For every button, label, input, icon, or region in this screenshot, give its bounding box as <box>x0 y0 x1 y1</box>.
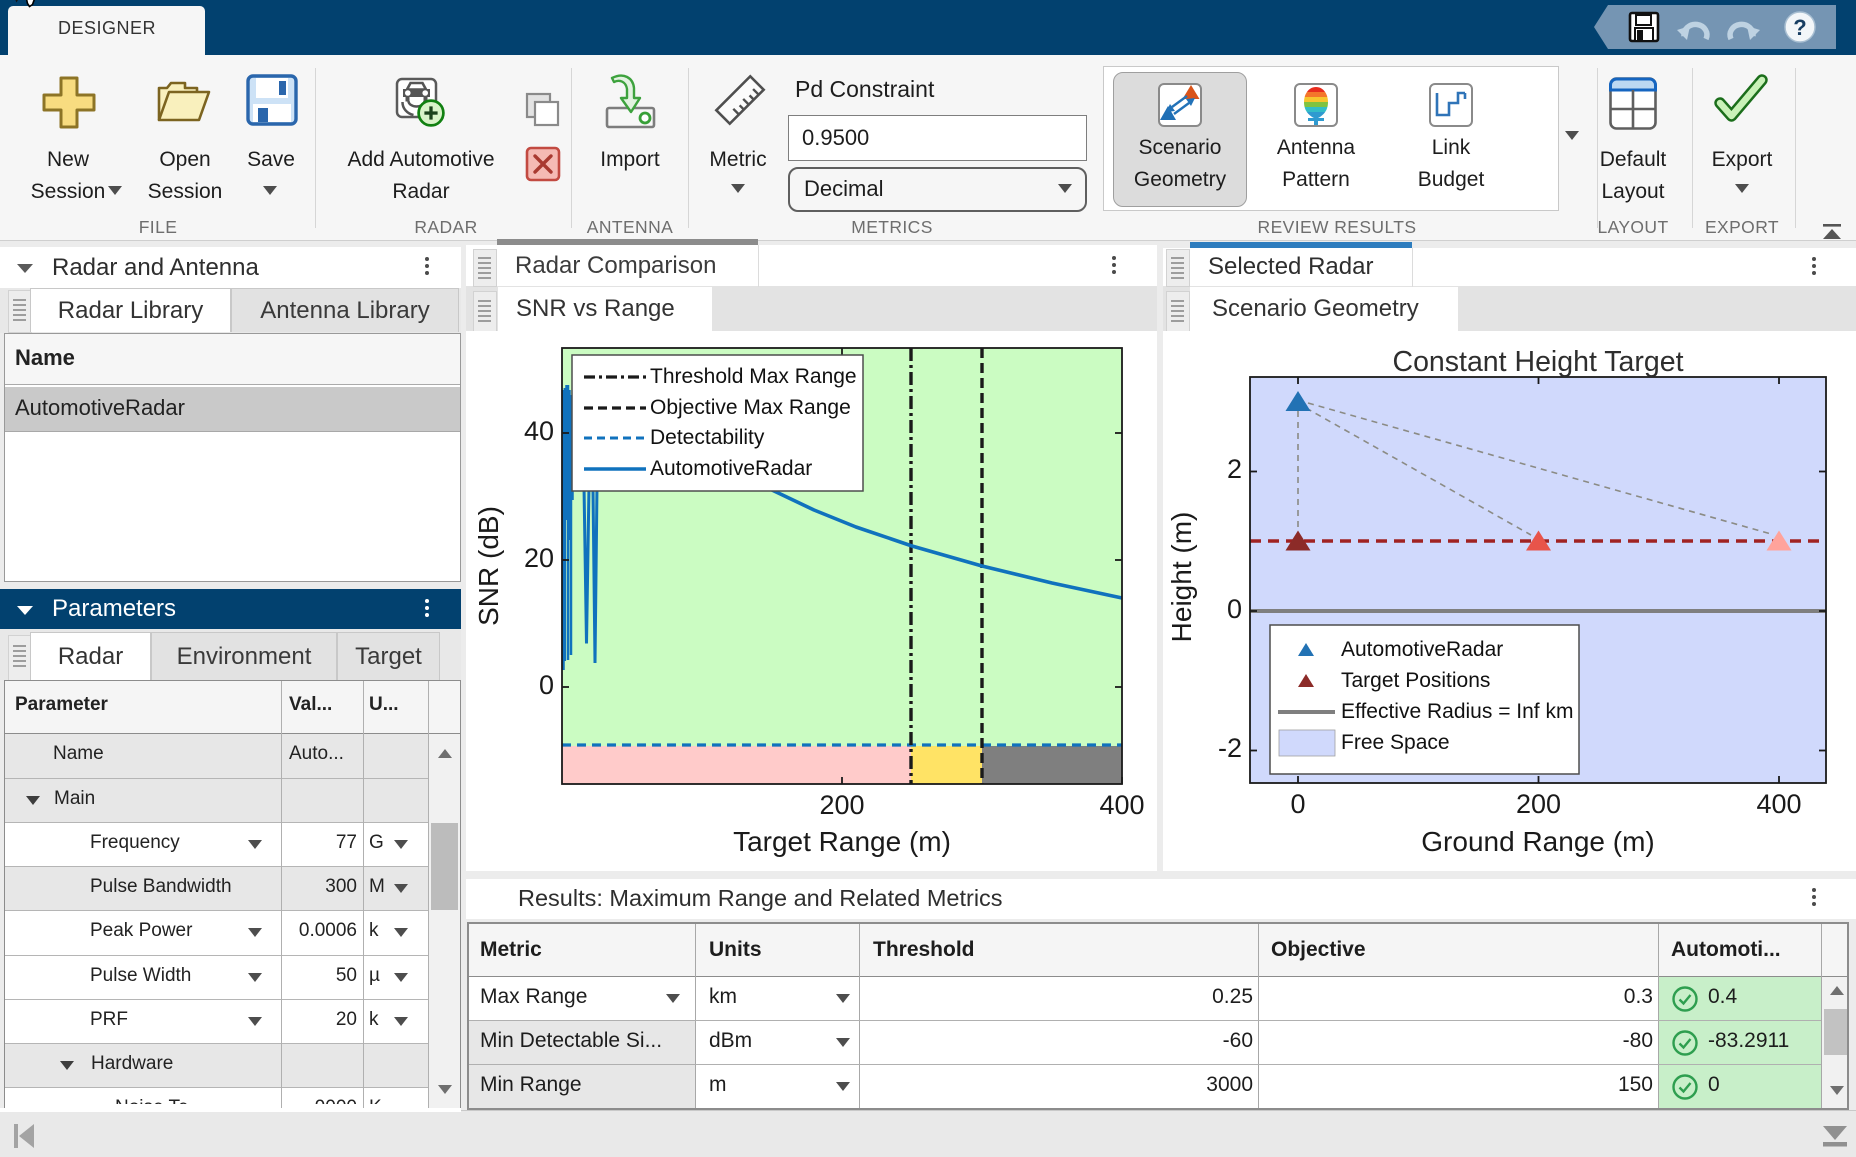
svg-text:Objective Max Range: Objective Max Range <box>650 396 851 419</box>
svg-text:40: 40 <box>524 416 554 446</box>
svg-text:Threshold Max Range: Threshold Max Range <box>650 365 857 388</box>
svg-text:Detectability: Detectability <box>650 426 765 449</box>
svg-text:AutomotiveRadar: AutomotiveRadar <box>650 457 812 480</box>
svg-text:20: 20 <box>524 543 554 573</box>
svg-text:200: 200 <box>819 790 864 820</box>
svg-text:Target Range (m): Target Range (m) <box>733 826 951 857</box>
svg-text:-2: -2 <box>1218 733 1242 763</box>
svg-text:?: ? <box>1793 15 1806 40</box>
svg-text:Constant Height Target: Constant Height Target <box>1393 346 1684 378</box>
svg-text:0: 0 <box>1290 789 1305 819</box>
svg-text:Height (m): Height (m) <box>1166 512 1197 643</box>
svg-text:Target Positions: Target Positions <box>1341 669 1490 692</box>
svg-text:SNR (dB): SNR (dB) <box>473 506 504 626</box>
svg-text:0: 0 <box>1227 594 1242 624</box>
svg-text:Effective Radius = Inf km: Effective Radius = Inf km <box>1341 700 1573 723</box>
svg-text:2: 2 <box>1227 454 1242 484</box>
svg-text:400: 400 <box>1756 789 1801 819</box>
svg-text:200: 200 <box>1516 789 1561 819</box>
svg-text:0: 0 <box>539 670 554 700</box>
svg-text:400: 400 <box>1099 790 1144 820</box>
svg-text:Ground Range (m): Ground Range (m) <box>1421 826 1654 857</box>
svg-text:Free Space: Free Space <box>1341 731 1450 754</box>
svg-text:AutomotiveRadar: AutomotiveRadar <box>1341 638 1503 661</box>
